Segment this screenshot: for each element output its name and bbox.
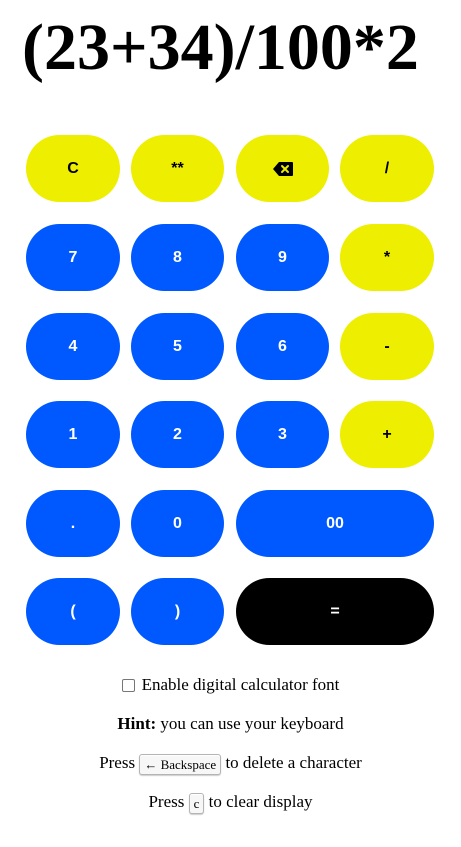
digit-6-button[interactable]: 6 (236, 313, 329, 380)
close-paren-button[interactable]: ) (131, 578, 224, 645)
digit-7-button[interactable]: 7 (26, 224, 120, 291)
digital-font-toggle[interactable]: Enable digital calculator font (0, 675, 461, 695)
digit-0-button[interactable]: 0 (131, 490, 224, 557)
multiply-button[interactable]: * (340, 224, 434, 291)
decimal-button[interactable]: . (26, 490, 120, 557)
digit-8-button[interactable]: 8 (131, 224, 224, 291)
calculator-display: (23+34)/100*2 (22, 11, 419, 84)
hint-label: Hint: (117, 714, 157, 733)
open-paren-button[interactable]: ( (26, 578, 120, 645)
hint-text: you can use your keyboard (156, 714, 344, 733)
backspace-kbd: ← Backspace (139, 753, 222, 775)
divide-button[interactable]: / (340, 135, 434, 202)
clear-button[interactable]: C (26, 135, 120, 202)
backspace-icon (272, 161, 293, 176)
subtract-button[interactable]: - (340, 313, 434, 380)
clear-hint: Press c to clear display (0, 792, 461, 814)
double-zero-button[interactable]: 00 (236, 490, 434, 557)
digital-font-label: Enable digital calculator font (141, 675, 340, 694)
digit-1-button[interactable]: 1 (26, 401, 120, 468)
digit-3-button[interactable]: 3 (236, 401, 329, 468)
clear-kbd: c (188, 792, 205, 814)
digit-4-button[interactable]: 4 (26, 313, 120, 380)
backspace-hint-prefix: Press (99, 753, 140, 772)
backspace-hint-suffix: to delete a character (221, 753, 362, 772)
backspace-button[interactable] (236, 135, 329, 202)
keyboard-hint: Hint: you can use your keyboard (0, 714, 461, 734)
backspace-hint: Press ← Backspace to delete a character (0, 753, 461, 775)
equals-button[interactable]: = (236, 578, 434, 645)
digit-9-button[interactable]: 9 (236, 224, 329, 291)
digital-font-checkbox[interactable] (121, 678, 135, 692)
clear-hint-suffix: to clear display (204, 792, 313, 811)
clear-hint-prefix: Press (148, 792, 189, 811)
power-button[interactable]: ** (131, 135, 224, 202)
add-button[interactable]: + (340, 401, 434, 468)
digit-2-button[interactable]: 2 (131, 401, 224, 468)
digit-5-button[interactable]: 5 (131, 313, 224, 380)
